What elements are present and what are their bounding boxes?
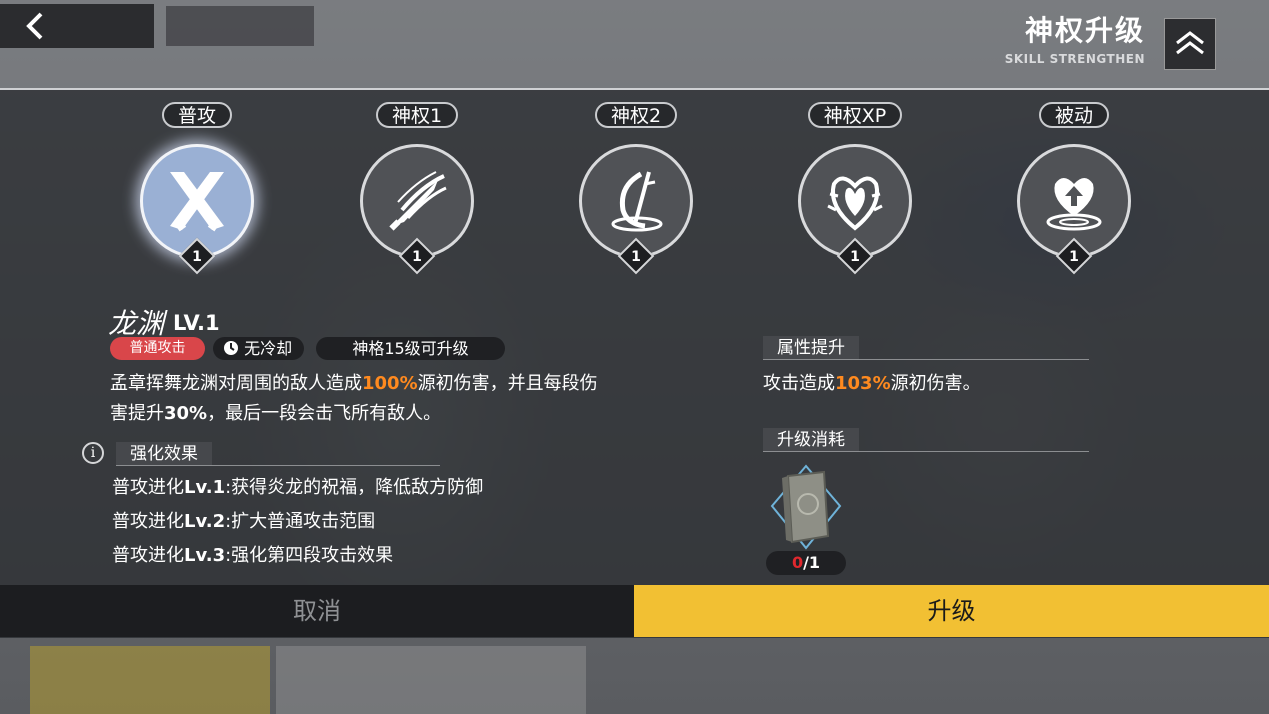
cost-need: /1	[803, 553, 821, 572]
attr-text: 源初伤害。	[890, 373, 981, 394]
background-tab	[30, 646, 270, 714]
heart-up-icon	[1046, 178, 1102, 231]
skill-icon-frame: 1	[579, 144, 693, 275]
skill-level: 1	[1069, 249, 1079, 265]
skill-level-label: LV.1	[173, 311, 220, 335]
spiral-sword-icon	[611, 171, 663, 232]
background-tab	[276, 646, 586, 714]
skill-level: 1	[850, 249, 860, 265]
enhance-level: Lv.2	[184, 511, 226, 532]
cost-count: 0/1	[766, 551, 846, 575]
divider	[763, 451, 1089, 452]
skill-tag: 被动	[1038, 102, 1109, 128]
enhance-text: :获得炎龙的祝福，降低敌方防御	[225, 477, 484, 498]
skill-icon-frame: 1	[798, 144, 912, 275]
title-block: 神权升级 SKILL STRENGTHEN	[1005, 14, 1145, 66]
desc-text: ，最后一段会击飞所有敌人。	[207, 403, 442, 424]
cost-header: 升级消耗	[763, 428, 1089, 452]
background-tab	[166, 6, 314, 46]
enhance-level: Lv.1	[184, 477, 226, 498]
flame-heart-icon	[827, 176, 883, 231]
info-icon[interactable]: i	[82, 442, 104, 464]
desc-bold: 30%	[164, 403, 208, 424]
skill-tab-divine-1[interactable]: 神权1 1	[352, 102, 482, 275]
skill-icon-frame: 1	[140, 144, 254, 275]
cancel-button[interactable]: 取消	[0, 585, 634, 637]
enhance-text: :强化第四段攻击效果	[225, 545, 394, 566]
sword-slash-icon	[389, 171, 447, 231]
skill-level: 1	[192, 249, 202, 265]
cooldown-text: 无冷却	[244, 339, 293, 358]
skill-level: 1	[631, 249, 641, 265]
divider	[116, 465, 440, 466]
skill-description: 孟章挥舞龙渊对周围的敌人造成100%源初伤害，并且每段伤 害提升30%，最后一段…	[110, 369, 690, 429]
skill-tag: 普攻	[161, 102, 232, 128]
enhance-item: 普攻进化Lv.1:获得炎龙的祝福，降低敌方防御	[112, 473, 483, 499]
desc-text: 源初伤害，并且每段伤	[417, 373, 598, 394]
attr-text: 攻击造成	[763, 373, 835, 394]
attribute-text: 攻击造成103%源初伤害。	[763, 369, 981, 395]
skill-type-badge: 普通攻击	[110, 337, 205, 360]
skill-level: 1	[412, 249, 422, 265]
unlock-badge: 神格15级可升级	[316, 337, 505, 360]
enhance-level: Lv.3	[184, 545, 226, 566]
skill-tab-normal-attack[interactable]: 普攻 1	[132, 102, 262, 275]
crossed-blades-icon	[170, 172, 224, 232]
enhance-prefix: 普攻进化	[112, 511, 184, 532]
upgrade-button[interactable]: 升级	[634, 585, 1269, 637]
enhance-text: :扩大普通攻击范围	[225, 511, 376, 532]
clock-icon	[224, 341, 238, 355]
desc-highlight: 100%	[362, 373, 418, 394]
divider	[763, 359, 1089, 360]
page-title: 神权升级	[1024, 14, 1145, 47]
enhance-prefix: 普攻进化	[112, 477, 184, 498]
cost-title: 升级消耗	[763, 428, 859, 452]
skill-tab-divine-2[interactable]: 神权2 1	[571, 102, 701, 275]
attribute-header: 属性提升	[763, 336, 1089, 360]
skill-icon-frame: 1	[360, 144, 474, 275]
enhance-item: 普攻进化Lv.2:扩大普通攻击范围	[112, 507, 375, 533]
attr-highlight: 103%	[835, 373, 891, 394]
skill-book-icon	[770, 464, 842, 550]
skill-tab-divine-xp[interactable]: 神权XP 1	[790, 102, 920, 275]
attribute-title: 属性提升	[763, 336, 859, 360]
enhance-header: 强化效果	[116, 442, 440, 466]
enhance-item: 普攻进化Lv.3:强化第四段攻击效果	[112, 541, 393, 567]
skill-tag: 神权2	[594, 102, 678, 128]
cooldown-badge: 无冷却	[213, 337, 305, 360]
skill-icon-frame: 1	[1017, 144, 1131, 275]
desc-text: 孟章挥舞龙渊对周围的敌人造成	[110, 373, 362, 394]
page-subtitle: SKILL STRENGTHEN	[1004, 52, 1145, 66]
enhance-title: 强化效果	[116, 442, 212, 466]
rank-button[interactable]	[1164, 18, 1216, 70]
chevron-left-icon	[26, 12, 43, 40]
skill-name: 龙渊	[108, 307, 165, 340]
skill-tag: 神权XP	[807, 102, 903, 128]
cost-item[interactable]	[770, 464, 842, 550]
enhance-prefix: 普攻进化	[112, 545, 184, 566]
back-button[interactable]	[0, 4, 154, 48]
double-chevron-up-icon	[1176, 31, 1204, 55]
skill-tab-passive[interactable]: 被动 1	[1009, 102, 1139, 275]
desc-text: 害提升	[110, 403, 164, 424]
skill-tag: 神权1	[375, 102, 459, 128]
cost-have: 0	[791, 553, 804, 572]
